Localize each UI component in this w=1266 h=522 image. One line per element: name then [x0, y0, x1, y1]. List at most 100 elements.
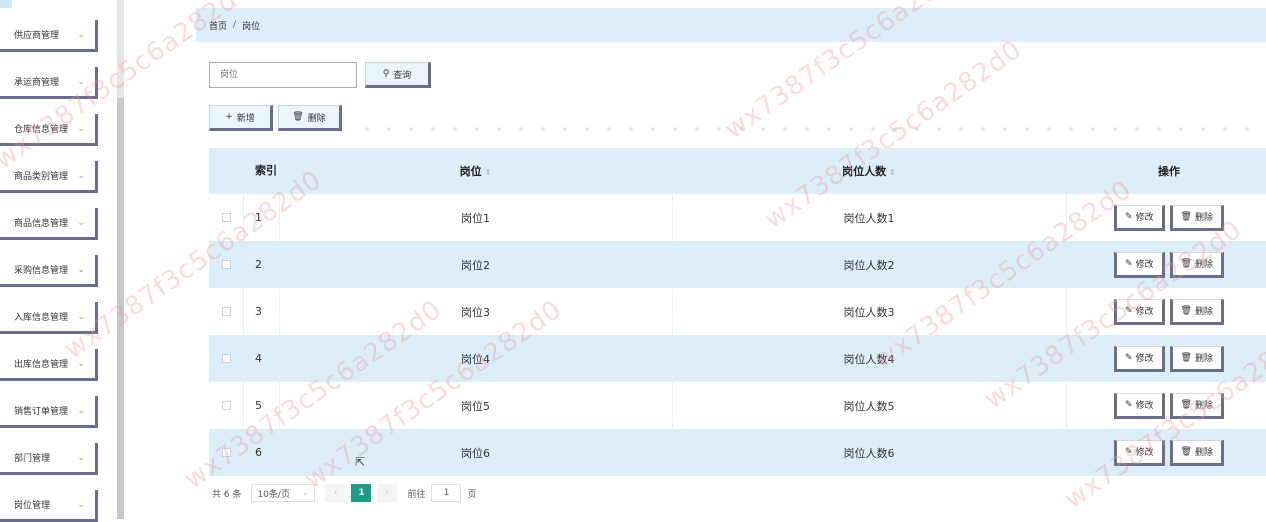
trash-icon: 🗑 [1180, 399, 1192, 410]
sidebar-item-inbound[interactable]: 入库信息管理 ⌄ [0, 302, 98, 334]
delete-button[interactable]: 🗑 删除 [1169, 345, 1224, 372]
sidebar-item-category[interactable]: 商品类别管理 ⌄ [0, 161, 98, 193]
search-button-label: 查询 [393, 70, 412, 81]
row-checkbox[interactable] [221, 307, 231, 316]
table-row: 1 岗位1 岗位人数1 ✎ 修改 🗑 删除 [209, 194, 1266, 241]
sidebar-item-sales-order[interactable]: 销售订单管理 ⌄ [0, 396, 98, 428]
chevron-down-icon: ⌄ [77, 123, 85, 134]
trash-icon: 🗑 [1180, 446, 1192, 457]
sort-icon[interactable]: ⇕ [485, 168, 492, 177]
breadcrumb-home[interactable]: 首页 [209, 19, 227, 32]
edit-button-label: 修改 [1135, 307, 1154, 317]
row-count: 岗位人数5 [843, 399, 895, 413]
breadcrumb-separator: / [233, 20, 237, 30]
page-size-select[interactable]: 10条/页 ⌄ [251, 484, 316, 502]
chevron-down-icon: ⌄ [77, 405, 85, 416]
search-input[interactable] [209, 62, 357, 88]
delete-button-label: 删除 [1194, 354, 1213, 364]
sidebar-scrollbar-thumb[interactable] [117, 98, 124, 519]
sidebar-item-carrier[interactable]: 承运商管理 ⌄ [0, 67, 98, 99]
edit-button-label: 修改 [1135, 213, 1154, 223]
edit-icon: ✎ [1124, 211, 1133, 222]
chevron-down-icon: ⌄ [77, 76, 85, 87]
page-unit-label: 页 [467, 489, 477, 500]
trash-icon: 🗑 [1180, 258, 1192, 269]
column-header-actions: 操作 [1158, 165, 1180, 178]
column-header-position[interactable]: 岗位 ⇕ [279, 163, 672, 179]
column-header-index: 索引 [255, 164, 277, 177]
row-checkbox[interactable] [221, 354, 231, 363]
sidebar-item-label: 采购信息管理 [14, 266, 69, 276]
chevron-down-icon: ⌄ [77, 452, 85, 463]
row-index: 1 [255, 210, 262, 224]
row-count: 岗位人数2 [843, 258, 895, 272]
edit-icon: ✎ [1124, 352, 1133, 363]
sort-icon[interactable]: ⇕ [889, 168, 896, 177]
table-row: 6 岗位6 岗位人数6 ✎ 修改 🗑 删除 [209, 429, 1266, 476]
delete-button[interactable]: 🗑 删除 [1169, 204, 1224, 231]
next-page-button[interactable]: › [377, 484, 398, 502]
chevron-down-icon: ⌄ [77, 217, 85, 228]
sidebar-item-position[interactable]: 岗位管理 ⌄ [0, 490, 98, 522]
bulk-delete-button[interactable]: 🗑 删除 [278, 105, 342, 131]
edit-button-label: 修改 [1135, 354, 1154, 364]
main-content: 首页 / 岗位 ⚲ 查询 + 新增 🗑 删除 索引 岗位⇕ 岗位人数⇕ 操作 [196, 0, 1266, 519]
sidebar-item-department[interactable]: 部门管理 ⌄ [0, 443, 98, 475]
search-button[interactable]: ⚲ 查询 [365, 62, 431, 88]
goto-page-input[interactable]: 1 [431, 484, 462, 502]
sidebar-item-label: 商品类别管理 [14, 172, 69, 182]
row-index: 4 [255, 351, 262, 365]
delete-button[interactable]: 🗑 删除 [1169, 251, 1224, 278]
row-index: 5 [255, 398, 262, 412]
sidebar-item-outbound[interactable]: 出库信息管理 ⌄ [0, 349, 98, 381]
row-checkbox[interactable] [221, 260, 231, 269]
edit-button[interactable]: ✎ 修改 [1113, 345, 1165, 372]
pagination-total: 共 6 条 [212, 489, 242, 500]
add-button[interactable]: + 新增 [209, 105, 273, 131]
row-count: 岗位人数6 [843, 446, 895, 460]
edit-button[interactable]: ✎ 修改 [1113, 204, 1165, 231]
edit-button[interactable]: ✎ 修改 [1113, 439, 1165, 466]
edit-button[interactable]: ✎ 修改 [1113, 392, 1165, 419]
sidebar-item-label: 入库信息管理 [14, 313, 69, 323]
page-number-current[interactable]: 1 [351, 484, 372, 502]
row-checkbox[interactable] [221, 213, 231, 222]
row-index: 6 [255, 445, 262, 459]
delete-button-label: 删除 [1194, 401, 1213, 411]
table-header: 索引 岗位 ⇕ 岗位人数 ⇕ 操作 [209, 148, 1266, 194]
breadcrumb-current: 岗位 [242, 21, 261, 32]
edit-button-label: 修改 [1135, 448, 1154, 458]
edit-button[interactable]: ✎ 修改 [1113, 298, 1165, 325]
row-position: 岗位2 [461, 258, 490, 272]
column-header-count-label: 岗位人数 [842, 165, 887, 178]
sidebar-item-label: 商品信息管理 [14, 219, 69, 229]
delete-button[interactable]: 🗑 删除 [1169, 439, 1224, 466]
goto-label: 前往 [407, 489, 426, 500]
menu-tick [0, 0, 12, 8]
bulk-delete-button-label: 删除 [307, 113, 326, 124]
delete-button-label: 删除 [1194, 448, 1213, 458]
column-header-count[interactable]: 岗位人数 ⇕ [672, 163, 1066, 179]
row-checkbox[interactable] [221, 401, 231, 410]
sidebar-item-warehouse[interactable]: 仓库信息管理 ⌄ [0, 114, 98, 146]
edit-icon: ✎ [1124, 446, 1133, 457]
search-icon: ⚲ [382, 69, 390, 79]
column-header-position-label: 岗位 [459, 165, 482, 178]
position-table: 索引 岗位 ⇕ 岗位人数 ⇕ 操作 1 岗位1 岗位人数1 ✎ 修改 🗑 删除 2 岗位… [209, 148, 1266, 476]
row-position: 岗位1 [461, 211, 490, 225]
prev-page-button[interactable]: ‹ [325, 484, 346, 502]
add-button-label: 新增 [236, 113, 255, 124]
chevron-down-icon: ⌄ [77, 311, 85, 322]
column-divider [672, 194, 673, 476]
sidebar: 供应商管理 ⌄ 承运商管理 ⌄ 仓库信息管理 ⌄ 商品类别管理 ⌄ 商品信息管理… [0, 0, 126, 522]
sidebar-item-product[interactable]: 商品信息管理 ⌄ [0, 208, 98, 240]
sidebar-item-label: 供应商管理 [14, 31, 60, 41]
delete-button[interactable]: 🗑 删除 [1169, 392, 1224, 419]
sidebar-item-purchase[interactable]: 采购信息管理 ⌄ [0, 255, 98, 287]
trash-icon: 🗑 [292, 112, 304, 122]
breadcrumb: 首页 / 岗位 [196, 8, 1266, 42]
row-checkbox[interactable] [221, 448, 231, 457]
delete-button[interactable]: 🗑 删除 [1169, 298, 1224, 325]
edit-button[interactable]: ✎ 修改 [1113, 251, 1165, 278]
sidebar-item-supplier[interactable]: 供应商管理 ⌄ [0, 20, 98, 52]
